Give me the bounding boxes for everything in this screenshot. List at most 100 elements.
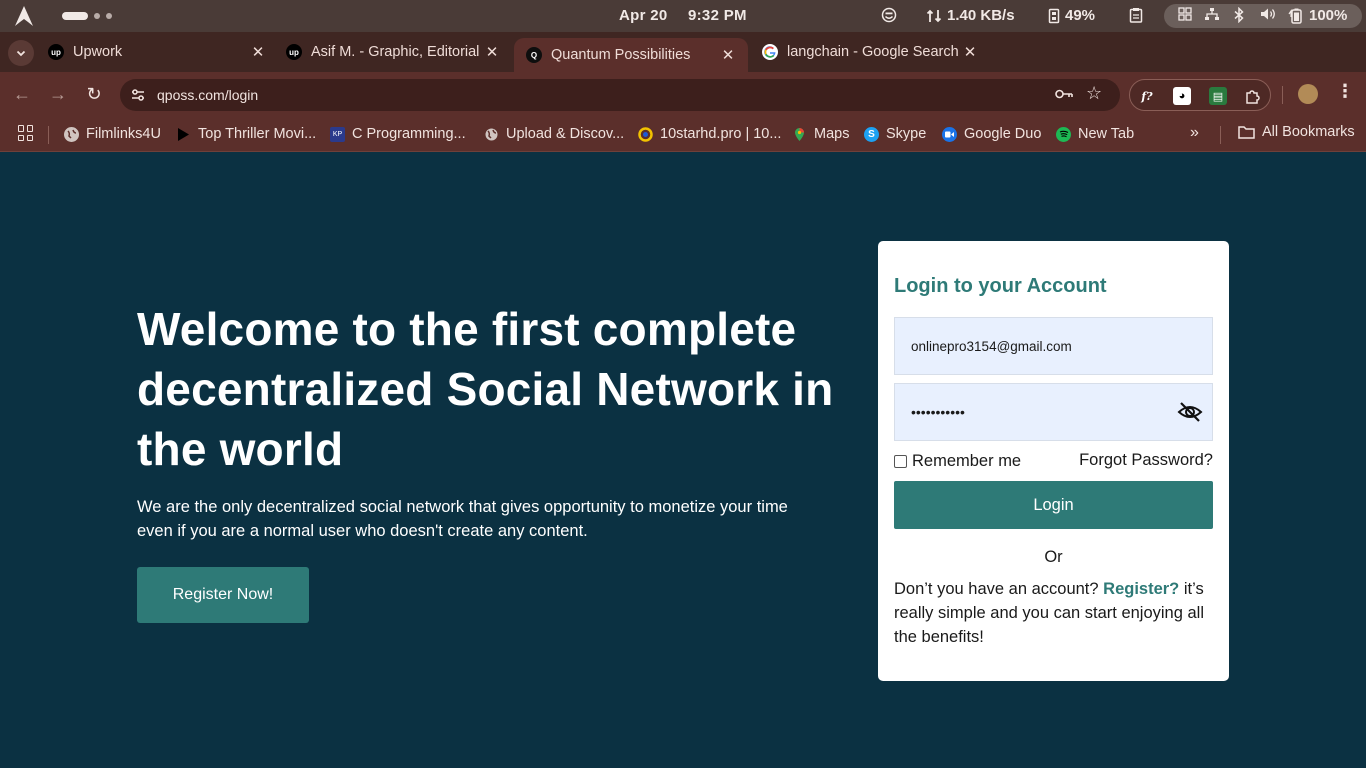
- register-now-button[interactable]: Register Now!: [137, 567, 309, 623]
- bookmark-c-programming[interactable]: KP C Programming...: [330, 123, 466, 145]
- memory-indicator[interactable]: 49%: [1048, 7, 1095, 24]
- bookmark-10starhd[interactable]: 10starhd.pro | 10...: [638, 123, 781, 145]
- tab-asif[interactable]: up Asif M. - Graphic, Editorial ✕: [282, 32, 504, 72]
- bookmark-label: Skype: [886, 126, 927, 142]
- tab-quantum-possibilities[interactable]: Q Quantum Possibilities ✕: [514, 38, 748, 72]
- login-card: Login to your Account Remember me Forgot…: [878, 241, 1229, 681]
- upwork-icon: up: [286, 44, 302, 60]
- bluetooth-icon[interactable]: [1234, 7, 1244, 23]
- battery-indicator[interactable]: 100%: [1288, 7, 1347, 24]
- clock-date[interactable]: Apr 20: [619, 7, 668, 24]
- close-icon[interactable]: ✕: [962, 43, 978, 61]
- email-field-container: [894, 317, 1213, 375]
- folder-icon: [1238, 126, 1255, 139]
- maps-icon: [792, 127, 807, 142]
- workspace-dot[interactable]: [106, 13, 112, 19]
- panda-extension-icon[interactable]: ◕: [1173, 87, 1191, 105]
- login-button[interactable]: Login: [894, 481, 1213, 529]
- globe-icon: [64, 126, 79, 142]
- remember-me-checkbox[interactable]: Remember me: [894, 452, 1021, 471]
- network-speed[interactable]: 1.40 KB/s: [926, 7, 1015, 24]
- memory-value: 49%: [1065, 7, 1096, 24]
- puzzle-extension-icon[interactable]: [1244, 87, 1262, 105]
- smiley-icon: [881, 7, 897, 23]
- eye-off-icon[interactable]: [1177, 400, 1203, 424]
- clipboard-indicator[interactable]: [1129, 7, 1143, 23]
- bookmark-divider: [1220, 126, 1221, 144]
- bookmark-label: 10starhd.pro | 10...: [660, 126, 782, 142]
- close-icon[interactable]: ✕: [250, 43, 266, 61]
- tab-title: langchain - Google Search: [787, 44, 959, 60]
- bookmark-filmlinks4u[interactable]: Filmlinks4U: [64, 123, 161, 145]
- bookmarks-overflow-icon[interactable]: »: [1190, 124, 1199, 142]
- signup-prefix: Don’t you have an account?: [894, 580, 1099, 598]
- bookmark-label: Top Thriller Movi...: [198, 126, 317, 142]
- extensions-group: f? ◕ ▤: [1129, 79, 1271, 111]
- email-field[interactable]: [911, 318, 1171, 374]
- tab-upwork[interactable]: up Upwork ✕: [44, 32, 270, 72]
- toolbar-divider: [1282, 86, 1283, 104]
- password-field[interactable]: [911, 384, 1171, 440]
- back-arrow-icon[interactable]: ←: [12, 84, 32, 104]
- browser-toolbar: ← → ↻ qposs.com/login ☆ f? ◕ ▤ ⋮: [0, 72, 1366, 116]
- more-menu-icon[interactable]: ⋮: [1336, 81, 1354, 102]
- close-icon[interactable]: ✕: [484, 43, 500, 61]
- play-icon: [176, 127, 191, 142]
- or-divider-text: Or: [1044, 548, 1063, 566]
- skype-icon: S: [864, 126, 879, 142]
- browser-tab-strip: up Upwork ✕ up Asif M. - Graphic, Editor…: [0, 32, 1366, 94]
- key-icon[interactable]: [1054, 86, 1074, 102]
- network-icon[interactable]: [1204, 7, 1220, 21]
- bookmark-upload-discover[interactable]: Upload & Discov...: [484, 123, 624, 145]
- battery-value: 100%: [1309, 7, 1348, 24]
- tab-langchain[interactable]: langchain - Google Search ✕: [756, 32, 986, 72]
- page-content: Welcome to the first complete decentrali…: [0, 153, 1366, 768]
- volume-icon[interactable]: [1260, 7, 1276, 21]
- tab-search-button[interactable]: [8, 40, 34, 66]
- apps-grid-icon[interactable]: [1178, 7, 1192, 21]
- clock-time[interactable]: 9:32 PM: [688, 7, 747, 24]
- emoji-indicator[interactable]: [881, 7, 897, 23]
- all-bookmarks-label: All Bookmarks: [1262, 124, 1355, 140]
- up-down-arrows-icon: [926, 9, 942, 22]
- google-icon: [762, 44, 778, 60]
- register-link[interactable]: Register?: [1103, 580, 1179, 598]
- signup-prompt: Don’t you have an account? Register? it’…: [894, 577, 1214, 649]
- checkbox-box[interactable]: [894, 455, 907, 468]
- bookmark-star-icon[interactable]: ☆: [1086, 83, 1102, 104]
- bookmark-label: Filmlinks4U: [86, 126, 161, 142]
- bookmark-skype[interactable]: S Skype: [864, 123, 926, 145]
- os-top-bar: Apr 20 9:32 PM 1.40 KB/s 49% 100%: [0, 0, 1366, 32]
- sheet-extension-icon[interactable]: ▤: [1209, 87, 1227, 105]
- bookmarks-bar: Filmlinks4U Top Thriller Movi... KP C Pr…: [0, 116, 1366, 152]
- duo-icon: [942, 126, 957, 142]
- close-icon[interactable]: ✕: [720, 46, 736, 64]
- bookmark-maps[interactable]: Maps: [792, 123, 849, 145]
- password-field-container: [894, 383, 1213, 441]
- address-bar[interactable]: qposs.com/login ☆: [120, 79, 1120, 111]
- profile-avatar[interactable]: [1298, 84, 1318, 104]
- bookmark-new-tab[interactable]: New Tab: [1056, 123, 1134, 145]
- all-bookmarks-button[interactable]: All Bookmarks: [1238, 124, 1355, 140]
- workspace-indicator[interactable]: [62, 12, 112, 20]
- arch-logo-icon[interactable]: [13, 5, 35, 27]
- formula-extension-icon[interactable]: f?: [1138, 87, 1156, 105]
- network-speed-value: 1.40 KB/s: [947, 7, 1015, 24]
- spotify-icon: [1056, 126, 1071, 142]
- apps-icon[interactable]: [18, 125, 34, 141]
- workspace-active[interactable]: [62, 12, 88, 20]
- bookmark-label: Google Duo: [964, 126, 1042, 142]
- bookmark-top-thriller[interactable]: Top Thriller Movi...: [176, 123, 316, 145]
- tab-title: Upwork: [73, 44, 123, 60]
- bookmark-google-duo[interactable]: Google Duo: [942, 123, 1041, 145]
- site-settings-icon[interactable]: [130, 87, 146, 103]
- workspace-dot[interactable]: [94, 13, 100, 19]
- forgot-password-link[interactable]: Forgot Password?: [1079, 451, 1213, 470]
- tab-title: Asif M. - Graphic, Editorial: [311, 44, 480, 60]
- clipboard-icon: [1129, 8, 1143, 23]
- url-text[interactable]: qposs.com/login: [157, 87, 258, 103]
- reload-icon[interactable]: ↻: [84, 84, 104, 104]
- memory-icon: [1048, 8, 1060, 23]
- hero-subtitle: We are the only decentralized social net…: [137, 498, 788, 540]
- forward-arrow-icon[interactable]: →: [48, 84, 68, 104]
